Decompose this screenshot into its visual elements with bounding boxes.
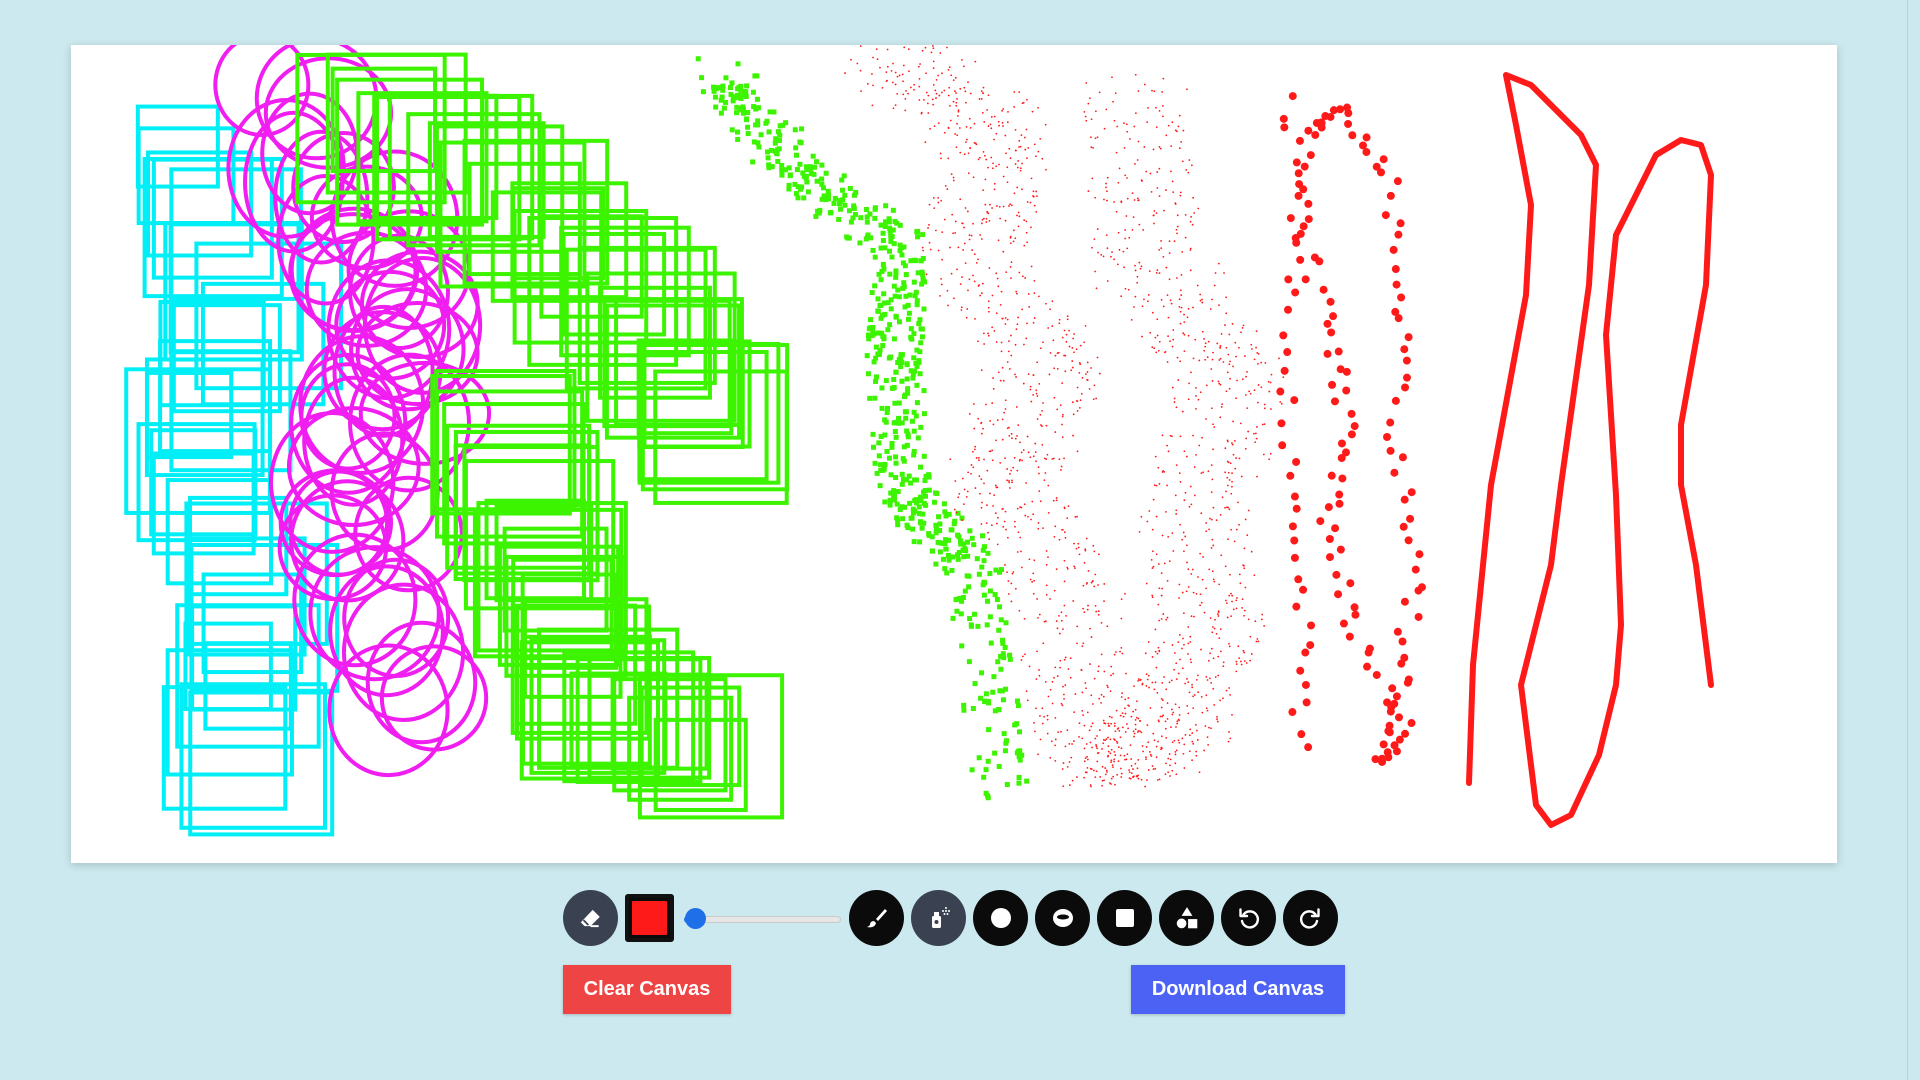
undo-button[interactable] [1221, 890, 1276, 946]
ring-button[interactable] [1035, 890, 1091, 946]
undo-icon [1238, 908, 1259, 929]
download-canvas-button[interactable]: Download Canvas [1131, 965, 1345, 1014]
canvas-drawing [124, 45, 1714, 837]
clear-canvas-button[interactable]: Clear Canvas [563, 965, 731, 1014]
ring-icon [1052, 909, 1073, 927]
eraser-icon [581, 909, 601, 928]
redo-button[interactable] [1282, 890, 1338, 946]
slider-track [684, 916, 842, 923]
shapes-button[interactable] [1159, 890, 1215, 946]
eraser-button[interactable] [563, 890, 618, 946]
toolbar [563, 890, 1345, 946]
shapes-icon [1176, 907, 1197, 929]
brush-button[interactable] [849, 890, 905, 946]
spray-icon [931, 907, 950, 928]
square-button[interactable] [1097, 890, 1153, 946]
color-picker[interactable] [624, 894, 675, 942]
drawing-canvas[interactable] [71, 45, 1837, 863]
scrollbar[interactable] [1907, 0, 1920, 1080]
brush-size-slider[interactable] [684, 908, 842, 929]
brush-icon [866, 909, 887, 928]
slider-thumb[interactable] [685, 908, 707, 929]
circle-icon [990, 908, 1011, 928]
circle-button[interactable] [973, 890, 1029, 946]
redo-icon [1300, 908, 1321, 929]
selected-color-fill [631, 901, 668, 935]
spray-button[interactable] [911, 890, 967, 946]
square-icon [1115, 909, 1134, 927]
